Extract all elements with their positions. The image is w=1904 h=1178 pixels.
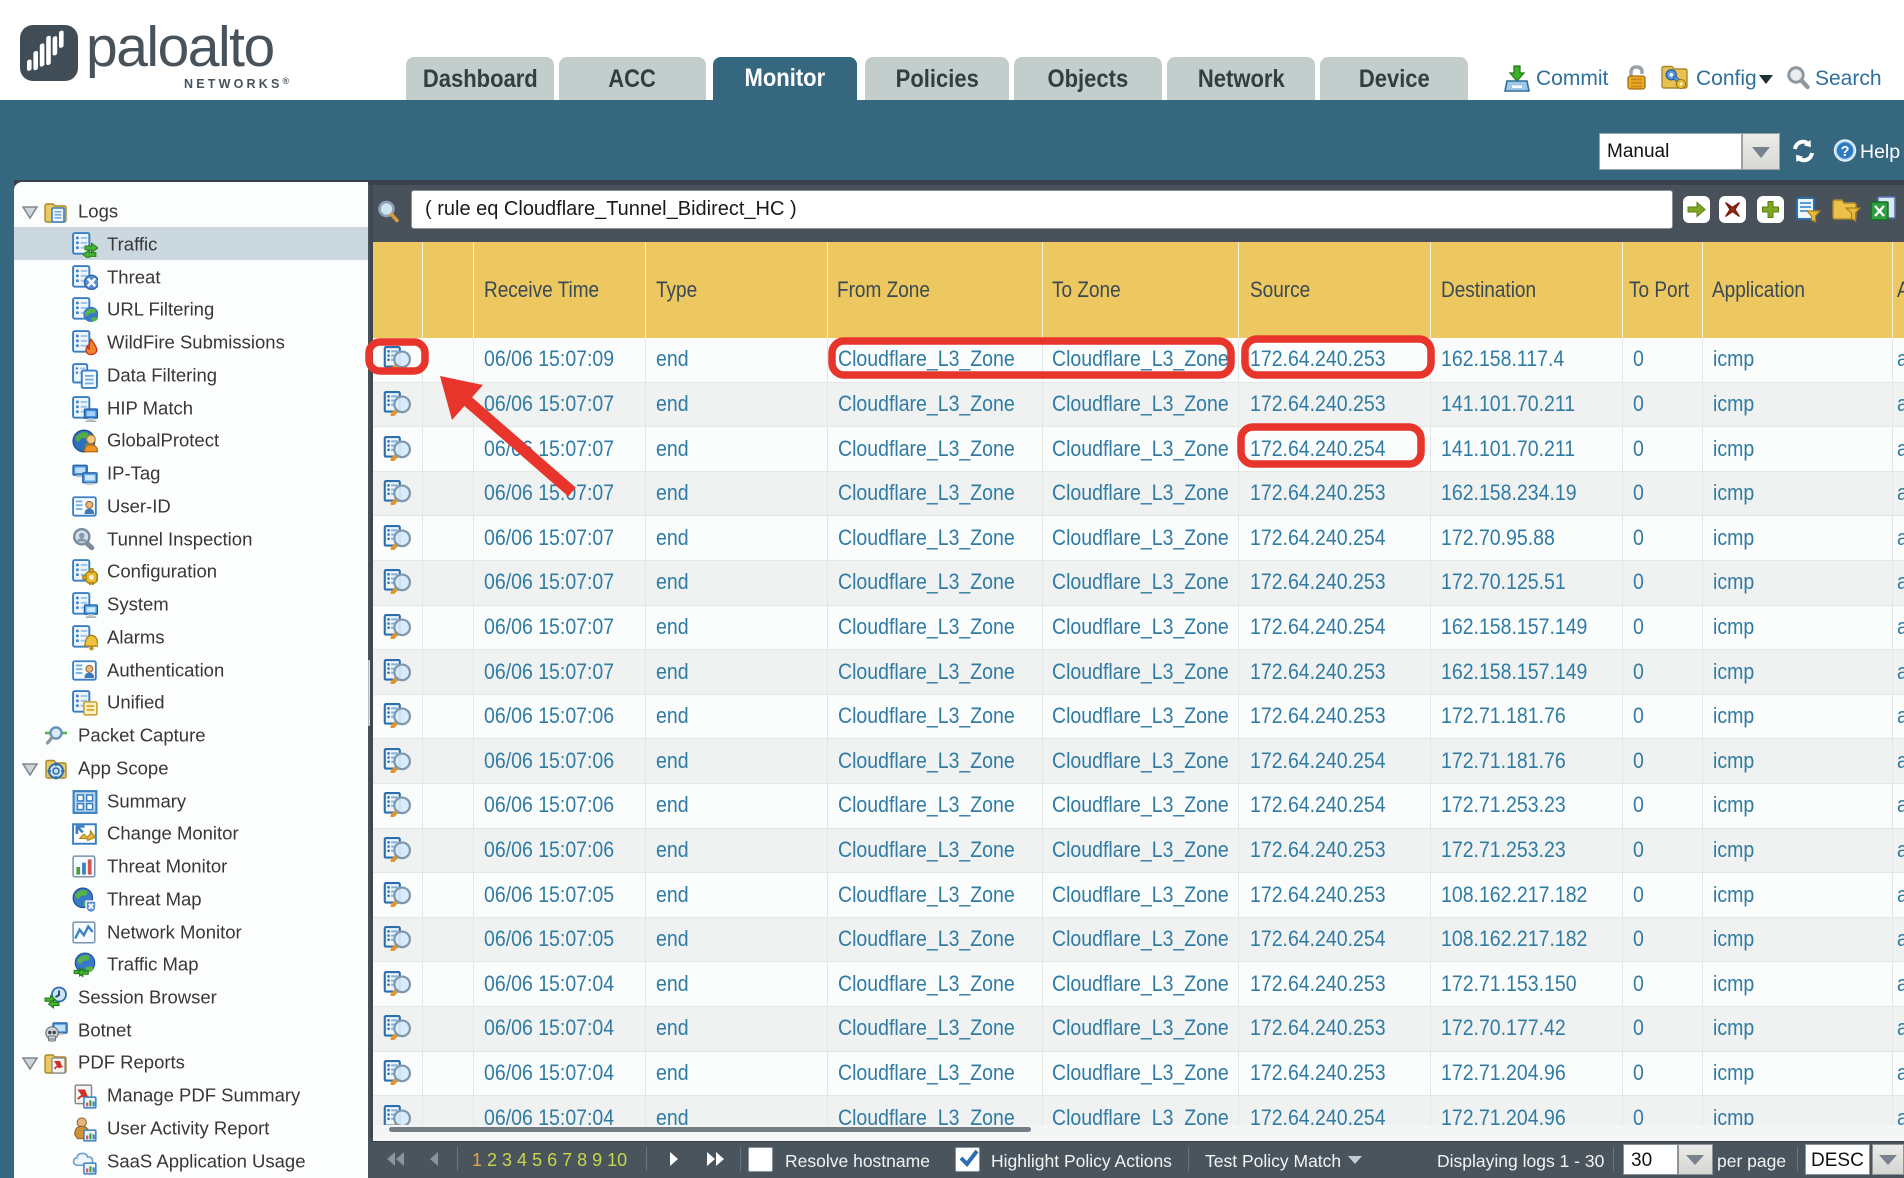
svg-text:?: ? xyxy=(1841,144,1850,160)
